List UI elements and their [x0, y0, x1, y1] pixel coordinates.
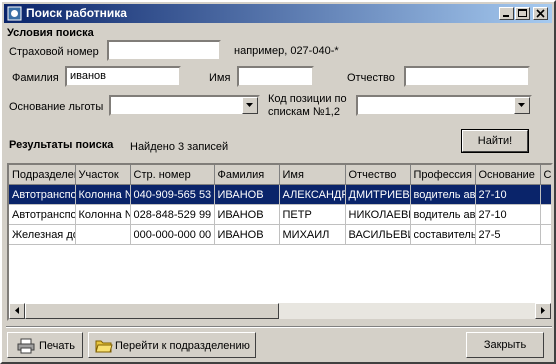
horizontal-scrollbar[interactable] [9, 303, 551, 319]
cell-name: АЛЕКСАНДР [279, 184, 346, 205]
column-header-section[interactable]: Участок [75, 165, 131, 185]
cell-profession: водитель авто [410, 204, 476, 225]
cell-patronymic: ДМИТРИЕВИЧ [345, 184, 411, 205]
patronymic-input[interactable] [404, 66, 530, 87]
cell-section [75, 224, 131, 245]
maximize-icon [518, 9, 527, 17]
insurance-number-label: Страховой номер [9, 46, 99, 58]
cell-name: ПЕТР [279, 204, 346, 225]
column-header-list[interactable]: Сп [540, 165, 551, 185]
results-heading: Результаты поиска [9, 139, 114, 151]
position-code-label-line2: спискам №1,2 [268, 106, 340, 118]
print-button-label: Печать [39, 340, 76, 352]
cell-basis: 27-10 [475, 204, 541, 225]
column-header-surname[interactable]: Фамилия [214, 165, 280, 185]
results-table: Подразделение Участок Стр. номер Фамилия… [9, 165, 551, 245]
cell-insurance-number: 040-909-565 53 [130, 184, 215, 205]
benefit-basis-select[interactable] [109, 95, 260, 116]
column-header-name[interactable]: Имя [279, 165, 346, 185]
cell-department: Автотранспортный цех [9, 184, 76, 205]
chevron-right-icon [541, 307, 545, 314]
footer-divider [6, 326, 552, 328]
window-title: Поиск работника [26, 6, 127, 20]
column-header-basis[interactable]: Основание [475, 165, 541, 185]
scroll-left-button[interactable] [9, 303, 25, 319]
minimize-button[interactable] [499, 7, 514, 20]
cell-surname: ИВАНОВ [214, 204, 280, 225]
cell-surname: ИВАНОВ [214, 184, 280, 205]
surname-input[interactable]: иванов [65, 66, 181, 87]
printer-icon [17, 338, 35, 354]
table-row[interactable]: Железная дорога 000-000-000 00 ИВАНОВ МИ… [9, 224, 551, 245]
table-row[interactable]: Автотранспортный цех Колонна № 028-848-5… [9, 204, 551, 225]
cell-list [540, 184, 551, 205]
app-icon [7, 6, 22, 21]
benefit-basis-dropdown-button[interactable] [242, 97, 258, 114]
name-label: Имя [209, 72, 231, 84]
cell-profession: составитель [410, 224, 476, 245]
position-code-label-line1: Код позиции по [268, 93, 347, 105]
chevron-down-icon [518, 103, 525, 107]
cell-patronymic: ВАСИЛЬЕВИЧ [345, 224, 411, 245]
maximize-button[interactable] [515, 7, 530, 20]
cell-section: Колонна № [75, 184, 131, 205]
close-button[interactable] [533, 7, 548, 20]
chevron-down-icon [246, 103, 253, 107]
cell-patronymic: НИКОЛАЕВИЧ [345, 204, 411, 225]
cell-surname: ИВАНОВ [214, 224, 280, 245]
name-input[interactable] [237, 66, 314, 87]
results-count: Найдено 3 записей [130, 141, 229, 153]
cell-list [540, 204, 551, 225]
table-row[interactable]: Автотранспортный цех Колонна № 040-909-5… [9, 184, 551, 205]
patronymic-label: Отчество [347, 72, 395, 84]
cell-basis: 27-10 [475, 184, 541, 205]
results-grid[interactable]: Подразделение Участок Стр. номер Фамилия… [7, 163, 553, 321]
close-icon [536, 9, 545, 18]
cell-department: Автотранспортный цех [9, 204, 76, 225]
position-code-select[interactable] [356, 95, 532, 116]
cell-insurance-number: 000-000-000 00 [130, 224, 215, 245]
cell-profession: водитель авто [410, 184, 476, 205]
cell-list [540, 224, 551, 245]
insurance-number-input[interactable] [107, 40, 221, 61]
minimize-icon [503, 15, 509, 17]
cell-department: Железная дорога [9, 224, 76, 245]
close-dialog-button[interactable]: Закрыть [466, 332, 544, 358]
column-header-insurance-number[interactable]: Стр. номер [130, 165, 215, 185]
goto-department-label: Перейти к подразделению [115, 340, 250, 352]
chevron-left-icon [15, 307, 19, 314]
conditions-heading: Условия поиска [7, 27, 94, 39]
search-employee-window: Поиск работника Условия поиска Страховой… [0, 0, 556, 364]
cell-name: МИХАИЛ [279, 224, 346, 245]
insurance-hint: например, 027-040-* [234, 45, 339, 57]
column-header-profession[interactable]: Профессия [410, 165, 476, 185]
scrollbar-thumb[interactable] [25, 303, 279, 319]
folder-icon [95, 340, 113, 353]
find-button[interactable]: Найти! [461, 129, 529, 153]
cell-section: Колонна № [75, 204, 131, 225]
print-button[interactable]: Печать [7, 332, 83, 358]
surname-label: Фамилия [12, 72, 59, 84]
column-header-patronymic[interactable]: Отчество [345, 165, 411, 185]
cell-insurance-number: 028-848-529 99 [130, 204, 215, 225]
goto-department-button[interactable]: Перейти к подразделению [88, 332, 256, 358]
position-code-dropdown-button[interactable] [514, 97, 530, 114]
title-bar[interactable]: Поиск работника [4, 4, 552, 23]
cell-basis: 27-5 [475, 224, 541, 245]
column-header-department[interactable]: Подразделение [9, 165, 76, 185]
grid-header-row: Подразделение Участок Стр. номер Фамилия… [9, 165, 551, 185]
scroll-right-button[interactable] [535, 303, 551, 319]
benefit-basis-label: Основание льготы [9, 101, 104, 113]
